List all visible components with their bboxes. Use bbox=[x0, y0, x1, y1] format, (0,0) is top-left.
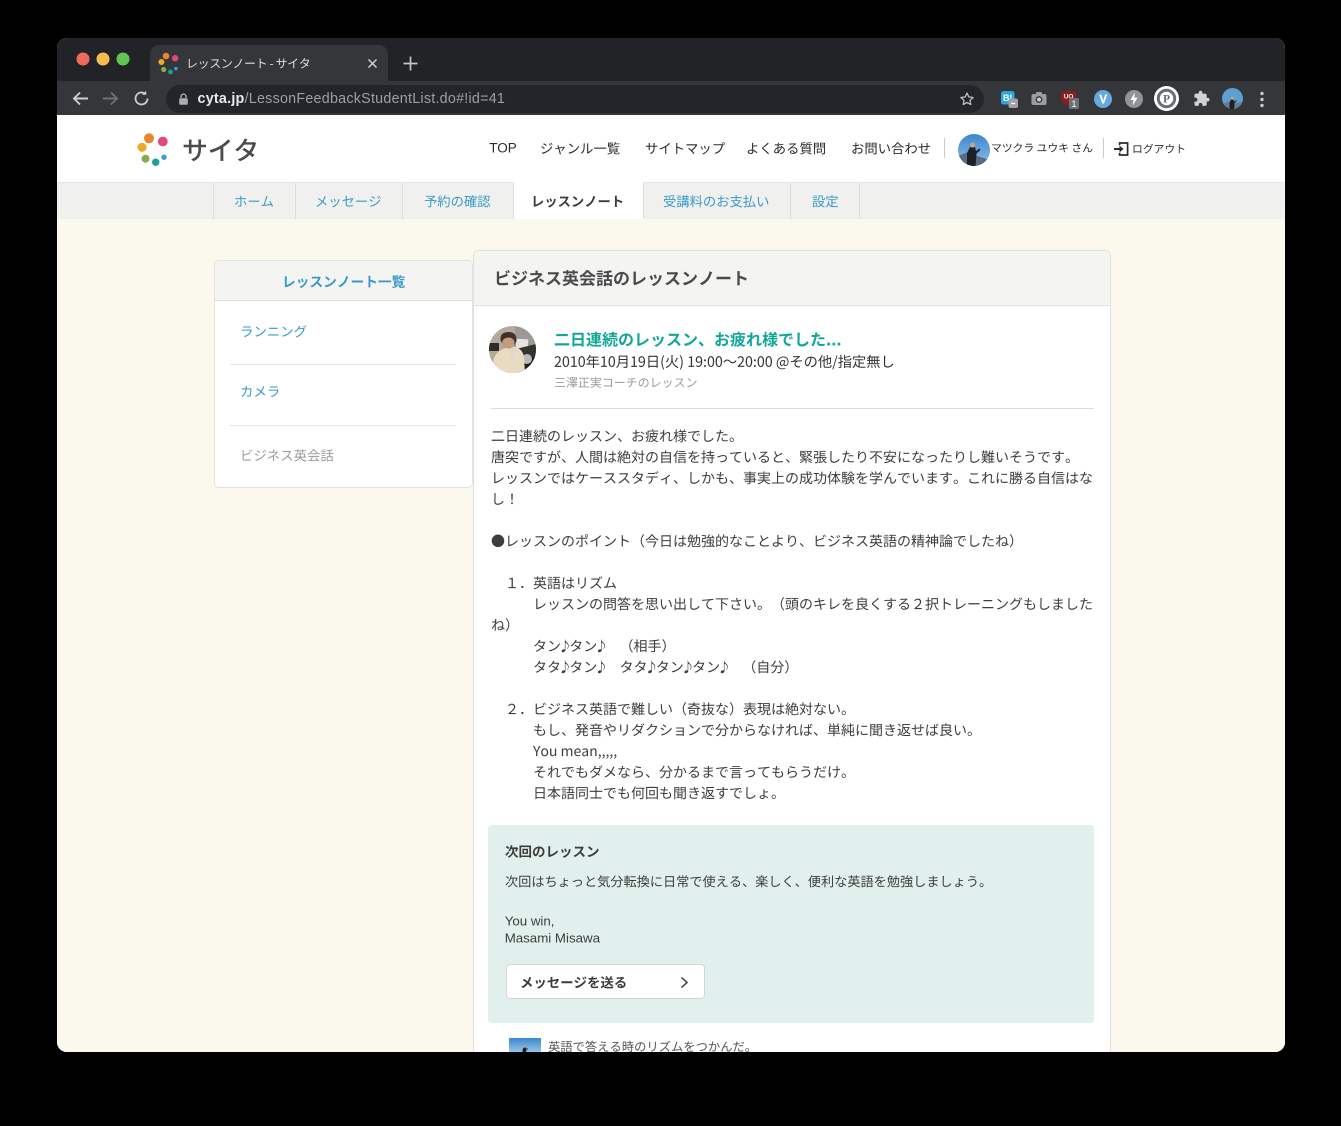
svg-text:P: P bbox=[1163, 94, 1170, 106]
svg-text:1: 1 bbox=[1071, 99, 1076, 109]
